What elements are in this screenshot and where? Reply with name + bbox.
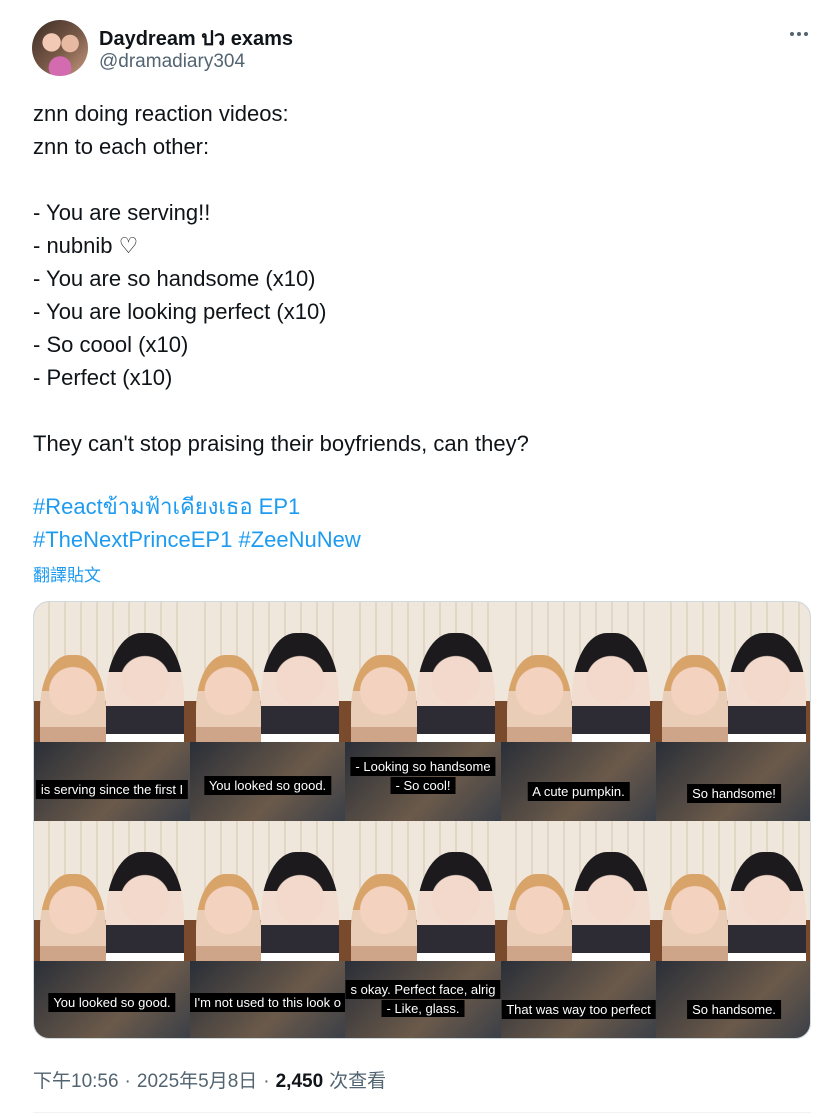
hashtag-zeenunew[interactable]: #ZeeNuNew xyxy=(238,527,360,552)
hashtag-line: #Reactข้ามฟ้าเคียงเธอ EP1 xyxy=(33,490,361,523)
video-caption: That was way too perfect xyxy=(501,1000,656,1019)
video-caption: You looked so good. xyxy=(203,776,332,795)
views-count: 2,450 xyxy=(275,1071,324,1092)
tweet-line: - Perfect (x10) xyxy=(33,365,173,390)
meta-separator: · xyxy=(124,1071,131,1092)
post-date[interactable]: 2025年5月8日 xyxy=(137,1066,257,1093)
post-time[interactable]: 下午10:56 xyxy=(33,1066,119,1093)
hashtag-line: #TheNextPrinceEP1 #ZeeNuNew xyxy=(33,523,361,556)
display-name[interactable]: Daydream ปว exams xyxy=(99,22,293,54)
tweet-line: They can't stop praising their boyfriend… xyxy=(33,431,529,456)
video-caption: - Looking so handsome xyxy=(350,757,496,776)
media-panel: So handsome! xyxy=(656,602,810,821)
video-caption: So handsome! xyxy=(687,784,781,803)
tweet-line: - You are so handsome (x10) xyxy=(33,266,316,291)
user-handle[interactable]: @dramadiary304 xyxy=(99,51,245,73)
media-panel: - Looking so handsome - So cool! xyxy=(345,602,501,821)
tweet-line: znn doing reaction videos: xyxy=(33,101,289,126)
media-panel: s okay. Perfect face, alrig - Like, glas… xyxy=(345,821,501,1038)
more-icon-dot xyxy=(797,32,801,36)
meta-separator: · xyxy=(263,1071,270,1092)
media-panel: You looked so good. xyxy=(34,821,190,1038)
media-panel: is serving since the first I xyxy=(34,602,190,821)
tweet-line: - You are serving!! xyxy=(33,200,211,225)
media-panel: I'm not used to this look o xyxy=(190,821,345,1038)
divider xyxy=(33,1112,811,1113)
media-image[interactable]: is serving since the first I You looked … xyxy=(33,601,811,1039)
more-icon-dot xyxy=(804,32,808,36)
tweet-line xyxy=(33,394,803,427)
media-panel: You looked so good. xyxy=(190,602,345,821)
video-caption: You looked so good. xyxy=(48,993,176,1012)
hashtag-react-ep1[interactable]: #Reactข้ามฟ้าเคียงเธอ EP1 xyxy=(33,494,300,519)
video-caption: I'm not used to this look o xyxy=(190,993,345,1012)
more-icon xyxy=(790,32,794,36)
views-label: 次查看 xyxy=(329,1071,387,1092)
more-options-button[interactable] xyxy=(782,20,816,48)
media-panel: A cute pumpkin. xyxy=(501,602,656,821)
tweet-line: - You are looking perfect (x10) xyxy=(33,299,327,324)
avatar[interactable] xyxy=(32,20,88,76)
media-panel: So handsome. xyxy=(656,821,810,1038)
tweet-line: znn to each other: xyxy=(33,134,210,159)
video-caption: - So cool! xyxy=(390,777,456,794)
media-panel: That was way too perfect xyxy=(501,821,656,1038)
video-caption: s okay. Perfect face, alrig xyxy=(345,980,501,999)
hashtags: #Reactข้ามฟ้าเคียงเธอ EP1 #TheNextPrince… xyxy=(33,490,361,556)
tweet-meta: 下午10:56 · 2025年5月8日 · 2,450 次查看 xyxy=(33,1066,386,1093)
video-caption: A cute pumpkin. xyxy=(527,782,630,801)
video-caption: is serving since the first I xyxy=(35,780,189,799)
tweet-text: znn doing reaction videos: znn to each o… xyxy=(33,97,803,460)
translate-post-link[interactable]: 翻譯貼文 xyxy=(33,561,101,586)
video-caption: So handsome. xyxy=(687,1000,781,1019)
video-caption: - Like, glass. xyxy=(381,1000,465,1017)
hashtag-thenextprince-ep1[interactable]: #TheNextPrinceEP1 xyxy=(33,527,232,552)
tweet-line: - nubnib ♡ xyxy=(33,233,139,258)
tweet-line: - So coool (x10) xyxy=(33,332,189,357)
tweet-line xyxy=(33,163,803,196)
tweet: Daydream ปว exams @dramadiary304 znn doi… xyxy=(0,0,833,1117)
